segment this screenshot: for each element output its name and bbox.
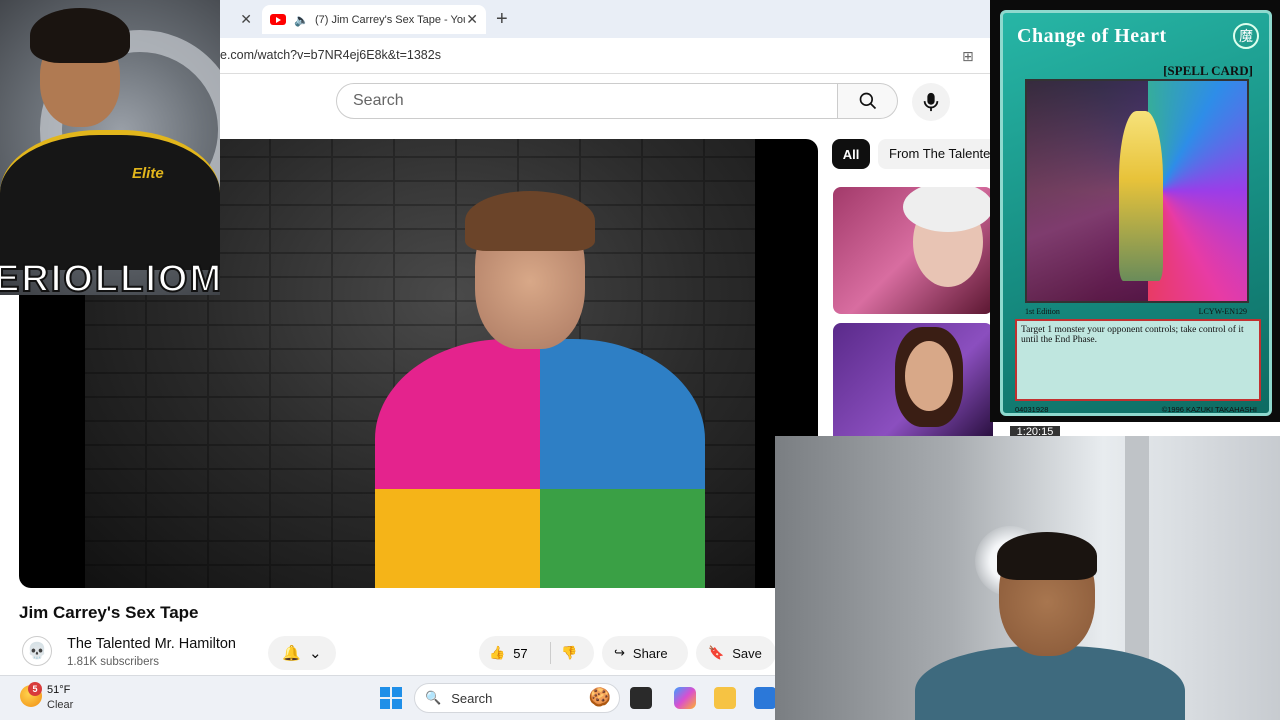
video-title: Jim Carrey's Sex Tape — [19, 603, 199, 622]
webcam-feed — [775, 436, 1280, 720]
card-set-number: LCYW-EN129 — [1198, 307, 1247, 316]
start-tile — [392, 687, 402, 697]
card-type: [SPELL CARD] — [1163, 63, 1253, 78]
chevron-down-icon: ⌄ — [309, 645, 322, 662]
notification-bell-button[interactable]: 🔔 ⌄ — [268, 636, 336, 670]
chip-all[interactable]: All — [832, 139, 870, 169]
search-button[interactable] — [838, 83, 898, 119]
shirt-green — [540, 489, 705, 588]
avatar-body — [0, 130, 220, 270]
card-effect-text: Target 1 monster your opponent controls;… — [1015, 319, 1261, 401]
bookmark-icon: 🔖 — [708, 645, 725, 660]
new-tab-icon[interactable]: + — [496, 8, 508, 31]
channel-avatar[interactable]: 💀 — [22, 636, 52, 666]
save-label: Save — [732, 645, 762, 661]
tab-title: (7) Jim Carrey's Sex Tape - You — [314, 13, 465, 26]
shirt-pink — [375, 339, 540, 489]
search-highlight-icon: 🍪 — [588, 687, 611, 707]
spell-attribute-icon: 魔 — [1233, 23, 1259, 49]
windows-start-icon[interactable] — [380, 687, 402, 709]
share-label: Share — [632, 645, 668, 661]
file-explorer-icon[interactable] — [714, 687, 736, 709]
performer-shirt — [375, 339, 705, 588]
thumbs-down-icon: 👎 — [561, 645, 578, 660]
elite-badge: Elite — [132, 165, 164, 182]
bell-icon: 🔔 — [282, 645, 302, 662]
recommended-video-thumbnail[interactable] — [833, 323, 993, 436]
streamer-avatar-overlay: Elite ERIOLLIOM — [0, 0, 220, 295]
thumbs-up-icon: 👍 — [489, 645, 506, 660]
avatar-hair — [30, 8, 130, 63]
chip-from-channel[interactable]: From The Talente — [878, 139, 998, 169]
like-button[interactable]: 👍 57 — [479, 642, 551, 664]
youtube-favicon-icon — [270, 14, 286, 25]
microphone-icon — [923, 92, 939, 112]
card-copyright: ©1996 KAZUKI TAKAHASHI — [1161, 405, 1257, 414]
card-edition: 1st Edition — [1025, 307, 1060, 316]
webcam-person-body — [915, 646, 1185, 720]
temperature: 51°F — [47, 684, 71, 696]
share-arrow-icon: ↪ — [614, 645, 625, 660]
card-overlay: Change of Heart 魔 [SPELL CARD] 1st Editi… — [990, 0, 1280, 422]
split-screen-icon[interactable]: ⊞ — [962, 48, 974, 65]
card-id: 04031928 — [1015, 405, 1049, 414]
taskbar-search-label: Search — [451, 690, 493, 706]
tab-active-youtube[interactable]: 🔈 (7) Jim Carrey's Sex Tape - You ✕ — [262, 5, 486, 34]
tab-close-icon[interactable]: ✕ — [466, 11, 478, 28]
like-dislike-bar: 👍 57 👎 — [479, 636, 594, 670]
search-icon: 🔍 — [425, 690, 442, 705]
card-artwork — [1025, 79, 1249, 303]
channel-name[interactable]: The Talented Mr. Hamilton — [67, 636, 236, 652]
taskbar-search-box[interactable]: 🔍 Search 🍪 — [414, 683, 620, 713]
dislike-button[interactable]: 👎 — [551, 645, 577, 661]
trading-card: Change of Heart 魔 [SPELL CARD] 1st Editi… — [1000, 10, 1272, 416]
url-text[interactable]: e.com/watch?v=b7NR4ej6E8k&t=1382s — [220, 48, 441, 62]
card-art-figure — [1119, 111, 1163, 281]
save-button[interactable]: 🔖 Save — [696, 636, 776, 670]
recommended-video-thumbnail[interactable] — [833, 187, 993, 314]
weather-badge: 5 — [28, 682, 42, 696]
shirt-blue — [540, 339, 705, 489]
start-tile — [392, 699, 402, 709]
thumbnail-face — [905, 341, 953, 411]
subscriber-count: 1.81K subscribers — [67, 656, 160, 668]
weather-condition: Clear — [47, 699, 74, 711]
screen: ⌄ ✕ 🔈 (7) Jim Carrey's Sex Tape - You ✕ … — [0, 0, 1280, 720]
audio-playing-icon[interactable]: 🔈 — [294, 13, 309, 27]
tab-close-icon[interactable]: ✕ — [240, 11, 252, 28]
task-view-icon[interactable] — [630, 687, 652, 709]
shirt-yellow — [375, 489, 540, 588]
voice-search-button[interactable] — [912, 83, 950, 121]
search-icon — [859, 92, 876, 110]
webcam-person-hair — [997, 532, 1097, 580]
like-count: 57 — [513, 645, 528, 661]
start-tile — [380, 699, 390, 709]
card-name: Change of Heart — [1017, 25, 1167, 47]
store-icon[interactable] — [754, 687, 776, 709]
copilot-icon[interactable] — [674, 687, 696, 709]
performer-hair — [465, 191, 595, 251]
start-tile — [380, 687, 390, 697]
search-input[interactable]: Search — [336, 83, 838, 119]
overlay-name-text: ERIOLLIOM — [0, 257, 220, 295]
share-button[interactable]: ↪ Share — [602, 636, 688, 670]
